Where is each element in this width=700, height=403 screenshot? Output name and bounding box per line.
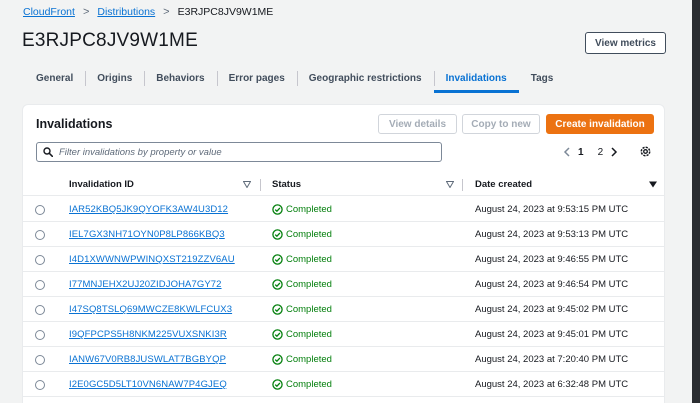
status-cell: Completed — [272, 253, 332, 266]
invalidation-id-link[interactable]: I2E0GC5D5LT10VN6NAW7P4GJEQ — [69, 379, 227, 390]
column-header-invalidation-id[interactable]: Invalidation ID — [69, 173, 134, 196]
status-text: Completed — [286, 204, 332, 215]
status-text: Completed — [286, 304, 332, 315]
tab-geographic-restrictions[interactable]: Geographic restrictions — [296, 64, 434, 93]
row-select-radio[interactable] — [35, 205, 45, 215]
table-row: I77MNJEHX2UJ20ZIDJOHA7GY72 Completed Aug… — [23, 272, 664, 297]
gear-icon — [640, 146, 651, 157]
row-select-radio[interactable] — [35, 330, 45, 340]
next-page-button[interactable] — [610, 147, 618, 157]
breadcrumb-distributions-link[interactable]: Distributions — [97, 6, 155, 18]
status-text: Completed — [286, 254, 332, 265]
pagination: 1 2 — [563, 143, 618, 161]
window-edge — [692, 0, 700, 403]
date-created-cell: August 24, 2023 at 7:20:40 PM UTC — [475, 354, 629, 365]
column-header-status[interactable]: Status — [272, 173, 301, 196]
date-created-cell: August 24, 2023 at 9:46:54 PM UTC — [475, 279, 629, 290]
sort-triangle-icon[interactable] — [446, 181, 454, 188]
invalidation-id-link[interactable]: I77MNJEHX2UJ20ZIDJOHA7GY72 — [69, 279, 222, 290]
table-row: I2E0GC5D5LT10VN6NAW7P4GJEQ Completed Aug… — [23, 372, 664, 397]
status-cell: Completed — [272, 378, 332, 391]
search-icon — [43, 147, 53, 157]
tab-invalidations[interactable]: Invalidations — [433, 64, 519, 93]
tab-behaviors[interactable]: Behaviors — [144, 64, 216, 93]
sort-triangle-icon[interactable] — [243, 181, 251, 188]
invalidations-panel: Invalidations View details Copy to new C… — [22, 104, 665, 403]
table-row: IANW67V0RB8JUSWLAT7BGBYQP Completed Augu… — [23, 347, 664, 372]
filter-input[interactable] — [59, 146, 429, 158]
tab-origins[interactable]: Origins — [85, 64, 144, 93]
page-2-button[interactable]: 2 — [598, 147, 604, 158]
invalidation-id-link[interactable]: I9QFPCPS5H8NKM225VUXSNKI3R — [69, 329, 227, 340]
breadcrumb: CloudFront > Distributions > E3RJPC8JV9W… — [23, 5, 273, 19]
breadcrumb-separator: > — [82, 6, 90, 18]
status-cell: Completed — [272, 203, 332, 216]
status-cell: Completed — [272, 328, 332, 341]
tab-general[interactable]: General — [22, 64, 85, 93]
prev-page-button[interactable] — [563, 147, 571, 157]
invalidation-id-link[interactable]: IEL7GX3NH71OYN0P8LP866KBQ3 — [69, 229, 225, 240]
table-row: I4D1XWWNWPWINQXST219ZZV6AU Completed Aug… — [23, 247, 664, 272]
page-title: E3RJPC8JV9W1ME — [22, 30, 198, 51]
success-check-icon — [272, 379, 283, 390]
status-text: Completed — [286, 279, 332, 290]
panel-title: Invalidations — [36, 117, 113, 131]
row-select-radio[interactable] — [35, 255, 45, 265]
column-divider[interactable] — [462, 179, 463, 191]
success-check-icon — [272, 304, 283, 315]
sort-descending-icon[interactable] — [649, 181, 657, 188]
date-created-cell: August 24, 2023 at 9:46:55 PM UTC — [475, 254, 629, 265]
view-metrics-button[interactable]: View metrics — [585, 32, 666, 54]
row-select-radio[interactable] — [35, 305, 45, 315]
row-select-radio[interactable] — [35, 280, 45, 290]
table-settings-button[interactable] — [639, 145, 652, 163]
success-check-icon — [272, 329, 283, 340]
row-select-radio[interactable] — [35, 355, 45, 365]
create-invalidation-button[interactable]: Create invalidation — [546, 114, 654, 134]
copy-to-new-button[interactable]: Copy to new — [462, 114, 540, 134]
status-cell: Completed — [272, 303, 332, 316]
row-select-radio[interactable] — [35, 380, 45, 390]
date-created-cell: August 24, 2023 at 6:32:48 PM UTC — [475, 379, 629, 390]
success-check-icon — [272, 204, 283, 215]
breadcrumb-current: E3RJPC8JV9W1ME — [177, 6, 274, 18]
invalidation-id-link[interactable]: I47SQ8TSLQ69MWCZE8KWLFCUX3 — [69, 304, 232, 315]
page-1-button[interactable]: 1 — [578, 147, 584, 158]
success-check-icon — [272, 279, 283, 290]
table-header: Invalidation ID Status Date created — [23, 173, 664, 196]
tab-tags[interactable]: Tags — [519, 64, 566, 93]
invalidation-id-link[interactable]: IANW67V0RB8JUSWLAT7BGBYQP — [69, 354, 226, 365]
table-row: IAR52KBQ5JK9QYOFK3AW4U3D12 Completed Aug… — [23, 197, 664, 222]
tab-bar: General Origins Behaviors Error pages Ge… — [22, 64, 565, 93]
status-text: Completed — [286, 379, 332, 390]
breadcrumb-separator: > — [163, 6, 170, 18]
date-created-cell: August 24, 2023 at 9:45:01 PM UTC — [475, 329, 629, 340]
status-cell: Completed — [272, 278, 332, 291]
row-select-radio[interactable] — [35, 230, 45, 240]
view-details-button[interactable]: View details — [378, 114, 457, 134]
status-text: Completed — [286, 354, 332, 365]
table-row: I47SQ8TSLQ69MWCZE8KWLFCUX3 Completed Aug… — [23, 297, 664, 322]
success-check-icon — [272, 254, 283, 265]
table-row: I9QFPCPS5H8NKM225VUXSNKI3R Completed Aug… — [23, 322, 664, 347]
tab-error-pages[interactable]: Error pages — [216, 64, 297, 93]
date-created-cell: August 24, 2023 at 9:45:02 PM UTC — [475, 304, 629, 315]
chevron-right-icon — [611, 147, 618, 157]
status-text: Completed — [286, 229, 332, 240]
column-header-date-created[interactable]: Date created — [475, 173, 532, 196]
success-check-icon — [272, 354, 283, 365]
invalidation-id-link[interactable]: IAR52KBQ5JK9QYOFK3AW4U3D12 — [69, 204, 228, 215]
invalidation-id-link[interactable]: I4D1XWWNWPWINQXST219ZZV6AU — [69, 254, 235, 265]
success-check-icon — [272, 229, 283, 240]
date-created-cell: August 24, 2023 at 9:53:13 PM UTC — [475, 229, 629, 240]
status-cell: Completed — [272, 228, 332, 241]
status-cell: Completed — [272, 353, 332, 366]
breadcrumb-cloudfront-link[interactable]: CloudFront — [23, 6, 75, 18]
column-divider[interactable] — [260, 179, 261, 191]
date-created-cell: August 24, 2023 at 9:53:15 PM UTC — [475, 204, 629, 215]
table-row: IEL7GX3NH71OYN0P8LP866KBQ3 Completed Aug… — [23, 222, 664, 247]
chevron-left-icon — [563, 147, 570, 157]
status-text: Completed — [286, 329, 332, 340]
filter-box[interactable] — [36, 142, 442, 162]
